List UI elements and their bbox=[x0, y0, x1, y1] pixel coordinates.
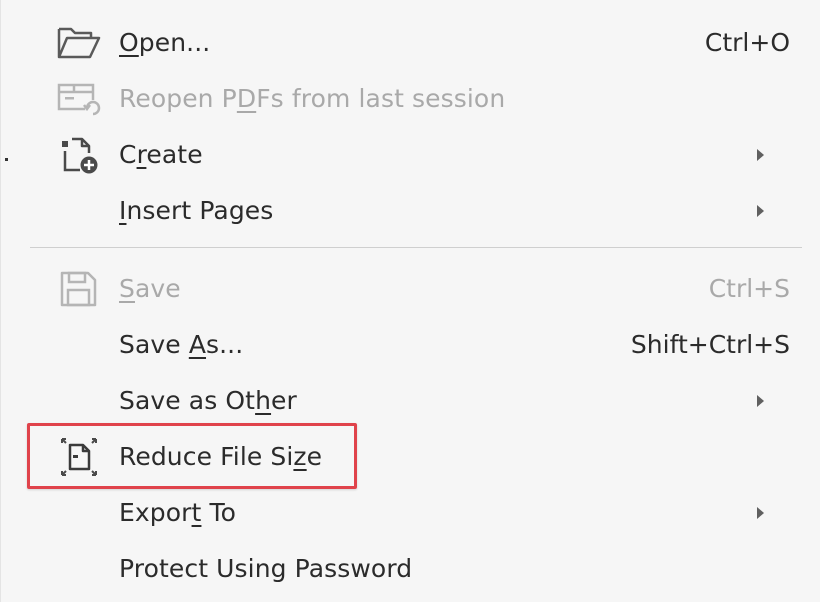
save-icon bbox=[56, 269, 102, 309]
menu-label: Reopen PDFs from last session bbox=[119, 84, 506, 113]
menu-item-reopen-session[interactable]: Reopen PDFs from last session bbox=[30, 73, 802, 125]
menu-label: Open... bbox=[119, 28, 211, 57]
submenu-arrow-icon bbox=[757, 395, 764, 407]
menu-item-save-as[interactable]: Save As... Shift+Ctrl+S bbox=[30, 319, 802, 371]
submenu-arrow-icon bbox=[757, 149, 764, 161]
menu-item-protect-using-password[interactable]: Protect Using Password bbox=[30, 543, 802, 595]
menu-label: Create bbox=[119, 140, 203, 169]
menu-separator bbox=[30, 247, 802, 248]
folder-open-icon bbox=[56, 23, 102, 63]
submenu-arrow-icon bbox=[757, 507, 764, 519]
menu-edge bbox=[0, 0, 1, 602]
menu-item-create[interactable]: Create bbox=[30, 129, 802, 181]
menu-label: Save As... bbox=[119, 330, 244, 359]
shortcut-label: Shift+Ctrl+S bbox=[630, 330, 790, 359]
reopen-session-icon bbox=[56, 79, 102, 119]
menu-label: Save as Other bbox=[119, 386, 297, 415]
file-menu: Open... Ctrl+O Reopen PDFs from last ses… bbox=[0, 0, 820, 602]
shortcut-label: Ctrl+S bbox=[708, 274, 790, 303]
menu-item-insert-pages[interactable]: Insert Pages bbox=[30, 185, 802, 237]
menu-label: Protect Using Password bbox=[119, 554, 413, 583]
menu-item-open[interactable]: Open... Ctrl+O bbox=[30, 17, 802, 69]
stray-mark bbox=[5, 158, 8, 161]
submenu-arrow-icon bbox=[757, 205, 764, 217]
menu-label: Export To bbox=[119, 498, 237, 527]
create-pdf-icon bbox=[56, 135, 102, 175]
highlight-box bbox=[27, 423, 357, 489]
menu-item-save-as-other[interactable]: Save as Other bbox=[30, 375, 802, 427]
menu-label: Save bbox=[119, 274, 181, 303]
menu-item-save[interactable]: Save Ctrl+S bbox=[30, 263, 802, 315]
menu-label: Insert Pages bbox=[119, 196, 274, 225]
menu-item-export-to[interactable]: Export To bbox=[30, 487, 802, 539]
shortcut-label: Ctrl+O bbox=[704, 28, 790, 57]
